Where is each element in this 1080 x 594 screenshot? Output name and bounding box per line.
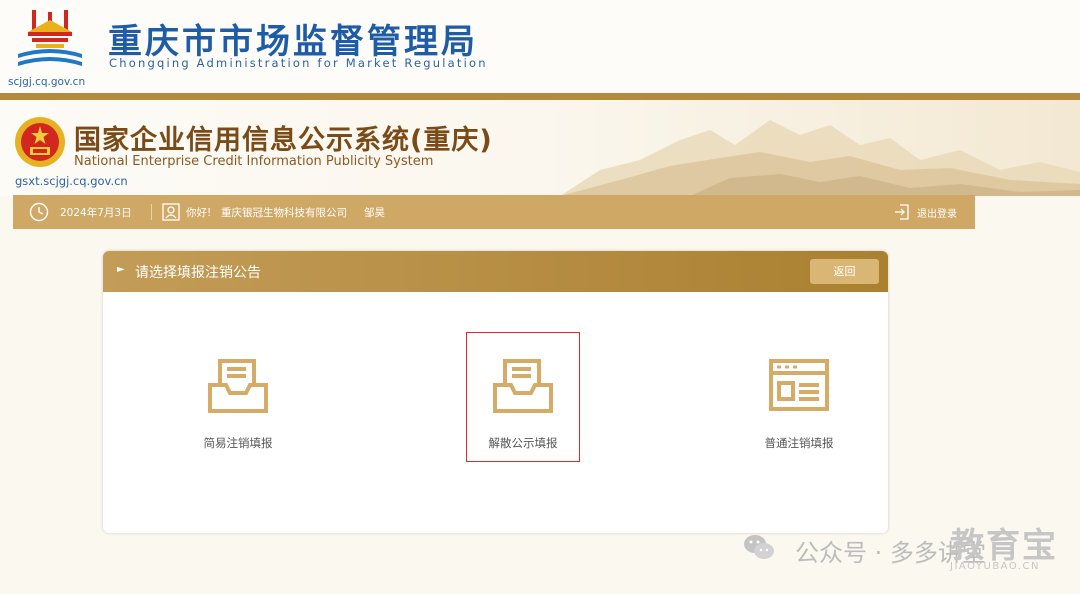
- user-name: 邹昊: [364, 207, 385, 219]
- agency-emblem-icon: [18, 10, 82, 66]
- system-subtitle: National Enterprise Credit Information P…: [74, 154, 434, 169]
- watermark-domain: JIAOYUBAO.CN: [950, 561, 1040, 572]
- user-icon: [162, 203, 180, 221]
- system-title: 国家企业信用信息公示系统(重庆): [74, 125, 493, 156]
- current-date: 2024年7月3日: [60, 207, 132, 219]
- panel-title: 请选择填报注销公告: [135, 265, 261, 281]
- option-dissolution-publicity[interactable]: 解散公示填报: [466, 332, 580, 462]
- cancellation-panel: ► 请选择填报注销公告 返回 简易注销填报 解散公示填报 普通注销填报: [103, 251, 888, 533]
- header-divider: [0, 93, 1080, 100]
- form-window-icon: [769, 359, 829, 411]
- system-banner: 国家企业信用信息公示系统(重庆) National Enterprise Cre…: [0, 100, 1080, 196]
- national-emblem-icon: [15, 117, 65, 167]
- wechat-icon: [744, 535, 774, 559]
- logout-icon[interactable]: [893, 203, 911, 221]
- system-site-url[interactable]: gsxt.scjgj.cq.gov.cn: [15, 174, 128, 188]
- option-label: 解散公示填报: [488, 436, 558, 450]
- greeting-text: 你好!: [186, 207, 212, 219]
- option-label: 简易注销填报: [203, 436, 273, 450]
- agency-site-url[interactable]: scjgj.cq.gov.cn: [8, 76, 85, 88]
- inbox-document-icon: [208, 359, 268, 413]
- option-simple-cancellation[interactable]: 简易注销填报: [182, 333, 294, 461]
- mountain-landscape-icon: [560, 120, 1080, 196]
- watermark-logo: 教育宝: [950, 526, 1058, 566]
- user-status-bar: 2024年7月3日 你好! 重庆银冠生物科技有限公司 邹昊 退出登录: [13, 195, 975, 229]
- agency-header: 重庆市市场监督管理局 Chongqing Administration for …: [0, 0, 1080, 93]
- inbox-document-icon: [493, 359, 553, 413]
- arrow-right-icon: ►: [117, 264, 125, 275]
- logout-link[interactable]: 退出登录: [917, 205, 957, 220]
- option-label: 普通注销填报: [764, 436, 834, 450]
- agency-subtitle: Chongqing Administration for Market Regu…: [109, 56, 488, 70]
- option-general-cancellation[interactable]: 普通注销填报: [743, 333, 855, 461]
- status-divider: [151, 204, 152, 220]
- panel-header: ► 请选择填报注销公告 返回: [103, 251, 888, 292]
- clock-icon: [29, 202, 49, 222]
- company-name: 重庆银冠生物科技有限公司: [221, 207, 347, 219]
- back-button[interactable]: 返回: [810, 259, 879, 284]
